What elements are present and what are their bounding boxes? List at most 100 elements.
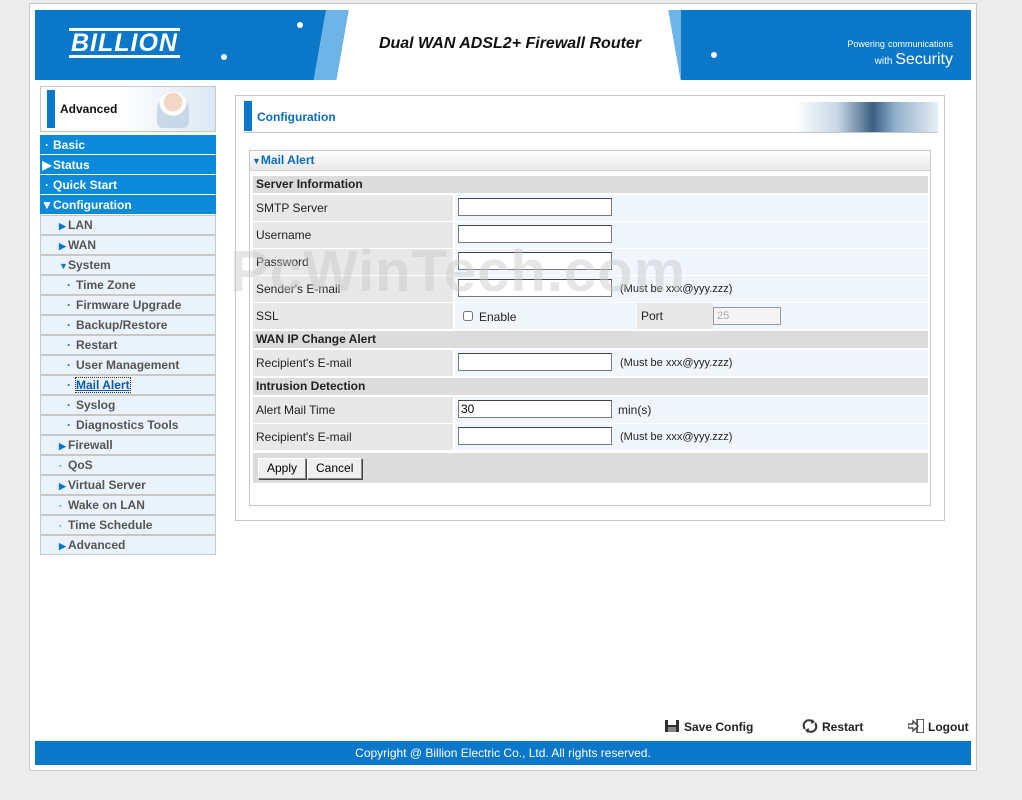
alert-mail-time-unit: min(s) bbox=[618, 403, 652, 417]
sidebar-item-mail-alert[interactable]: · Mail Alert bbox=[40, 375, 216, 395]
restart-button[interactable]: Restart bbox=[802, 718, 863, 736]
sidebar-item-label: System bbox=[68, 258, 111, 272]
bullet-icon: · bbox=[67, 398, 71, 412]
collapse-triangle-icon: ▼ bbox=[252, 156, 261, 166]
sidebar-item-label: Firewall bbox=[68, 438, 113, 452]
row-wan-recipient-email: Recipient's E-mail (Must be xxx@yyy.zzz) bbox=[253, 350, 928, 376]
sidebar-item-syslog[interactable]: · Syslog bbox=[40, 395, 216, 415]
sidebar-item-configuration[interactable]: ▼Configuration bbox=[40, 195, 216, 215]
alert-mail-time-input[interactable] bbox=[458, 400, 612, 418]
ssl-enable-checkbox[interactable] bbox=[463, 311, 473, 321]
save-config-button[interactable]: Save Config bbox=[664, 718, 753, 736]
panel-title: Mail Alert bbox=[260, 153, 315, 167]
collapsed-triangle-icon: ▶ bbox=[59, 481, 66, 491]
sidebar-item-label: Syslog bbox=[76, 398, 116, 412]
apply-button[interactable]: Apply bbox=[258, 458, 307, 479]
sidebar-item-label: User Management bbox=[76, 358, 180, 372]
sender-email-label: Sender's E-mail bbox=[253, 276, 453, 302]
section-intrusion-detection: Intrusion Detection bbox=[253, 378, 928, 395]
sidebar-item-lan[interactable]: ▶ LAN bbox=[40, 215, 216, 235]
sidebar-item-wan[interactable]: ▶ WAN bbox=[40, 235, 216, 255]
sidebar-item-label: Firmware Upgrade bbox=[76, 298, 182, 312]
sidebar-item-restart[interactable]: · Restart bbox=[40, 335, 216, 355]
logout-button[interactable]: Logout bbox=[907, 718, 969, 736]
mail-alert-panel: ▼Mail Alert Server Information SMTP Serv… bbox=[249, 150, 931, 506]
row-intrusion-recipient-email: Recipient's E-mail (Must be xxx@yyy.zzz) bbox=[253, 424, 928, 450]
username-input[interactable] bbox=[458, 225, 612, 243]
office-image bbox=[794, 102, 938, 132]
sender-email-input[interactable] bbox=[458, 279, 612, 297]
sidebar-item-label: Diagnostics Tools bbox=[76, 418, 179, 432]
sidebar-item-system[interactable]: ▼System bbox=[40, 255, 216, 275]
collapsed-triangle-icon: ▶ bbox=[42, 158, 52, 172]
sender-email-hint: (Must be xxx@yyy.zzz) bbox=[620, 283, 733, 295]
wan-recipient-email-input[interactable] bbox=[458, 353, 612, 371]
sidebar-item-time-zone[interactable]: · Time Zone bbox=[40, 275, 216, 295]
sidebar-item-label: QoS bbox=[68, 458, 93, 472]
sidebar-item-firewall[interactable]: ▶ Firewall bbox=[40, 435, 216, 455]
sidebar-item-label: Basic bbox=[53, 138, 86, 152]
bullet-icon: · bbox=[67, 338, 71, 352]
save-config-icon bbox=[664, 719, 680, 733]
sidebar-item-label: Status bbox=[53, 158, 90, 172]
sidebar-item-label: Mail Alert bbox=[75, 377, 131, 393]
sidebar-item-backup-restore[interactable]: · Backup/Restore bbox=[40, 315, 216, 335]
sidebar-item-time-schedule[interactable]: · Time Schedule bbox=[40, 515, 216, 535]
wan-recipient-email-hint: (Must be xxx@yyy.zzz) bbox=[620, 357, 733, 369]
section-wan-ip-change-alert: WAN IP Change Alert bbox=[253, 331, 928, 348]
sidebar-nav: · Basic ▶Status · Quick Start ▼Configuration ▶… bbox=[40, 135, 216, 555]
bullet-icon: · bbox=[45, 178, 49, 192]
sidebar-item-virtual-server[interactable]: ▶ Virtual Server bbox=[40, 475, 216, 495]
tagline: Powering communications with Security bbox=[847, 39, 953, 68]
logout-icon bbox=[907, 718, 925, 734]
billion-logo: BILLION bbox=[69, 28, 180, 58]
expanded-triangle-icon: ▼ bbox=[41, 198, 53, 212]
sidebar-item-label: Quick Start bbox=[53, 178, 118, 192]
sidebar-item-label: Configuration bbox=[53, 198, 132, 212]
row-password: Password bbox=[253, 249, 928, 275]
button-row: Apply Cancel bbox=[253, 453, 928, 483]
smtp-server-label: SMTP Server bbox=[253, 195, 453, 221]
bullet-icon: · bbox=[67, 318, 71, 332]
intrusion-recipient-email-hint: (Must be xxx@yyy.zzz) bbox=[620, 431, 733, 443]
sidebar-item-label: Time Schedule bbox=[68, 518, 153, 532]
wan-recipient-email-label: Recipient's E-mail bbox=[253, 350, 453, 376]
product-title: Dual WAN ADSL2+ Firewall Router bbox=[378, 35, 642, 52]
sidebar-item-diagnostics-tools[interactable]: · Diagnostics Tools bbox=[40, 415, 216, 435]
port-input[interactable]: 25 bbox=[713, 307, 781, 325]
sidebar-item-label: Restart bbox=[76, 338, 118, 352]
page-title: Configuration bbox=[257, 110, 336, 124]
cancel-button[interactable]: Cancel bbox=[307, 458, 363, 479]
collapsed-triangle-icon: ▶ bbox=[59, 221, 66, 231]
sidebar-item-label: WAN bbox=[68, 238, 96, 252]
sidebar-item-status[interactable]: ▶Status bbox=[40, 155, 216, 175]
person-image bbox=[157, 92, 189, 128]
bullet-icon: · bbox=[67, 278, 71, 292]
sidebar-item-qos[interactable]: · QoS bbox=[40, 455, 216, 475]
bullet-icon: · bbox=[67, 358, 71, 372]
intrusion-recipient-email-label: Recipient's E-mail bbox=[253, 424, 453, 450]
password-input[interactable] bbox=[458, 252, 612, 270]
sidebar-item-label: Backup/Restore bbox=[76, 318, 168, 332]
expanded-triangle-icon: ▼ bbox=[59, 261, 68, 271]
row-username: Username bbox=[253, 222, 928, 248]
collapsed-triangle-icon: ▶ bbox=[59, 441, 66, 451]
sidebar-item-label: LAN bbox=[68, 218, 93, 232]
sidebar-item-quick-start[interactable]: · Quick Start bbox=[40, 175, 216, 195]
alert-mail-time-label: Alert Mail Time bbox=[253, 397, 453, 423]
intrusion-recipient-email-input[interactable] bbox=[458, 427, 612, 445]
sidebar-item-label: Wake on LAN bbox=[68, 498, 145, 512]
smtp-server-input[interactable] bbox=[458, 198, 612, 216]
collapsed-triangle-icon: ▶ bbox=[59, 541, 66, 551]
sidebar-item-user-management[interactable]: · User Management bbox=[40, 355, 216, 375]
sidebar-item-label: Time Zone bbox=[76, 278, 136, 292]
sidebar-item-wake-on-lan[interactable]: · Wake on LAN bbox=[40, 495, 216, 515]
sidebar-item-basic[interactable]: · Basic bbox=[40, 135, 216, 155]
sidebar-item-firmware-upgrade[interactable]: · Firmware Upgrade bbox=[40, 295, 216, 315]
mode-label: Advanced bbox=[60, 102, 118, 116]
bullet-icon: · bbox=[67, 418, 71, 432]
sidebar-item-advanced[interactable]: ▶ Advanced bbox=[40, 535, 216, 555]
panel-header[interactable]: ▼Mail Alert bbox=[250, 151, 930, 171]
port-label: Port bbox=[637, 303, 713, 329]
sidebar-item-label: Virtual Server bbox=[68, 478, 146, 492]
